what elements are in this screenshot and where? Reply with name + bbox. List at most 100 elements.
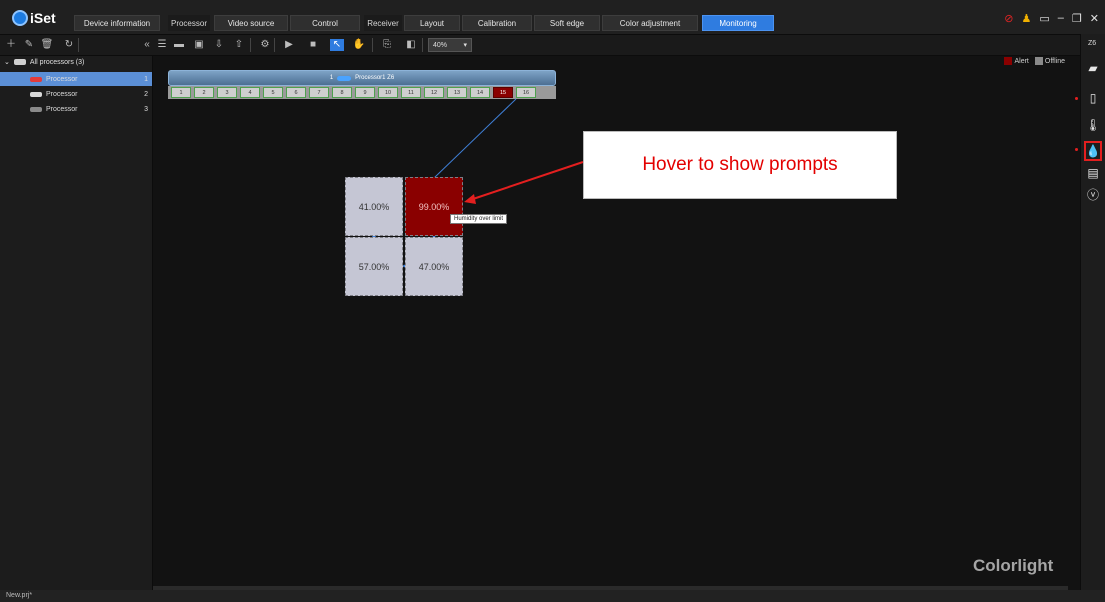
menu-layout[interactable]: Layout <box>404 15 460 31</box>
port-15[interactable]: 15 <box>493 87 513 98</box>
zoom-value: 40% <box>433 41 448 49</box>
refresh-icon[interactable]: ↻ <box>62 39 76 51</box>
paste-icon[interactable]: ◧ <box>404 39 418 51</box>
save-icon[interactable]: ▣ <box>192 39 206 51</box>
import-icon[interactable]: ⇩ <box>212 39 226 51</box>
edit-icon[interactable]: ✎ <box>22 39 36 51</box>
port-16[interactable]: 16 <box>516 87 536 98</box>
port-2[interactable]: 2 <box>194 87 214 98</box>
toolbar-divider <box>372 38 373 52</box>
settings-icon[interactable]: ⚙ <box>258 39 272 51</box>
cabinet-value: 99.00% <box>418 201 450 212</box>
tree-root[interactable]: ⌄ All processors (3) <box>4 58 85 67</box>
monitor-icon[interactable]: ▭ <box>1039 12 1049 25</box>
toolbar-divider <box>78 38 79 52</box>
status-bar: New.prj* <box>0 590 1105 602</box>
port-9[interactable]: 9 <box>355 87 375 98</box>
port-3[interactable]: 3 <box>217 87 237 98</box>
select-cursor-icon[interactable]: ↖ <box>330 39 344 51</box>
sidebar-item-label: Processor <box>46 75 78 83</box>
alert-dot <box>1075 148 1078 151</box>
menu-group-receiver: Receiver <box>364 15 402 31</box>
menu-color-adjustment[interactable]: Color adjustment <box>602 15 698 31</box>
cabinet-1[interactable]: 41.00% <box>345 177 403 236</box>
humidity-icon[interactable]: 💧 <box>1084 141 1102 161</box>
menu-monitoring[interactable]: Monitoring <box>702 15 774 31</box>
cabinet-value: 41.00% <box>358 201 390 212</box>
toolbar: ＋ ✎ 🗑 ↻ « ☰ ▬ ▣ ⇩ ⇧ ⚙ ▶ ■ ↖ ✋ ⎘ ◧ <box>0 35 1105 56</box>
export-icon[interactable]: ⇧ <box>232 39 246 51</box>
offline-swatch <box>1034 57 1043 65</box>
menu-calibration[interactable]: Calibration <box>462 15 532 31</box>
menu-device-information[interactable]: Device information <box>74 15 160 31</box>
restore-icon[interactable]: ❐ <box>1072 12 1082 25</box>
minimize-icon[interactable]: – <box>1058 12 1064 25</box>
menu-video-source[interactable]: Video source <box>214 15 288 31</box>
alert-dot <box>1075 97 1078 100</box>
port-8[interactable]: 8 <box>332 87 352 98</box>
port-11[interactable]: 11 <box>401 87 421 98</box>
port-4[interactable]: 4 <box>240 87 260 98</box>
tree-root-label: All processors (3) <box>29 58 85 66</box>
video-camera-icon[interactable]: ▰ <box>1085 60 1101 76</box>
open-folder-icon[interactable]: ▬ <box>172 39 186 51</box>
brand-watermark: Colorlight <box>973 556 1054 575</box>
annotation-callout: Hover to show prompts <box>583 131 897 199</box>
sidebar-item-processor-1[interactable]: Processor 1 <box>0 72 152 86</box>
port-14[interactable]: 14 <box>470 87 490 98</box>
user-icon[interactable]: ♟ <box>1022 12 1032 25</box>
add-icon[interactable]: ＋ <box>4 39 18 51</box>
window-controls: ⊘ ♟ ▭ – ❐ ✕ <box>1004 12 1099 25</box>
voltage-icon[interactable]: ⓥ <box>1085 186 1101 202</box>
port-7[interactable]: 7 <box>309 87 329 98</box>
alert-swatch <box>1004 57 1013 65</box>
processor-bar[interactable]: 1 Processor1 Z6 <box>168 70 556 86</box>
sidebar-item-processor-3[interactable]: Processor 3 <box>0 102 152 116</box>
right-panel-title: Z6 <box>1088 40 1097 47</box>
port-10[interactable]: 10 <box>378 87 398 98</box>
processor-label: Processor1 Z6 <box>355 75 395 81</box>
sidebar-item-label: Processor <box>46 90 78 98</box>
zoom-select[interactable]: 40% ▾ <box>428 38 472 52</box>
processor-tree: ⌄ All processors (3) Processor 1 Process… <box>0 56 153 590</box>
cabinet-3[interactable]: 57.00% <box>345 237 403 296</box>
menu-soft-edge[interactable]: Soft edge <box>534 15 600 31</box>
logo-icon <box>12 10 28 26</box>
port-12[interactable]: 12 <box>424 87 444 98</box>
list-icon[interactable]: ☰ <box>155 39 169 51</box>
legend-offline: Offline <box>1044 57 1065 65</box>
title-bar: iSet Device information Processor Video … <box>0 0 1105 35</box>
alarm-icon[interactable]: ⊘ <box>1004 12 1013 25</box>
port-5[interactable]: 5 <box>263 87 283 98</box>
port-1[interactable]: 1 <box>171 87 191 98</box>
menu-control[interactable]: Control <box>290 15 360 31</box>
close-icon[interactable]: ✕ <box>1090 12 1099 25</box>
status-legend: Alert Offline <box>1004 57 1065 65</box>
processor-icon <box>30 76 42 82</box>
port-6[interactable]: 6 <box>286 87 306 98</box>
copy-icon[interactable]: ⎘ <box>380 39 394 51</box>
sidebar-item-processor-2[interactable]: Processor 2 <box>0 87 152 101</box>
file-name: New.prj* <box>6 592 33 599</box>
delete-icon[interactable]: 🗑 <box>40 39 54 51</box>
pan-hand-icon[interactable]: ✋ <box>352 39 366 51</box>
menu-group-processor: Processor <box>168 15 210 31</box>
processor-icon <box>30 91 42 97</box>
toolbar-divider <box>250 38 251 52</box>
processor-pill-icon <box>337 75 352 81</box>
cabinet-2-alert[interactable]: 99.00% <box>405 177 463 236</box>
play-icon[interactable]: ▶ <box>282 39 296 51</box>
port-strip: 1 2 3 4 5 6 7 8 9 10 11 12 13 14 15 16 <box>168 86 556 99</box>
port-13[interactable]: 13 <box>447 87 467 98</box>
temperature-icon[interactable]: 🌡 <box>1085 117 1101 133</box>
collapse-icon[interactable]: « <box>140 39 154 51</box>
chevron-down-icon[interactable]: ⌄ <box>4 58 10 66</box>
app-logo: iSet <box>12 8 66 28</box>
chevron-down-icon: ▾ <box>463 42 467 49</box>
power-supply-icon[interactable]: ▤ <box>1085 165 1101 181</box>
processor-group-icon <box>13 59 26 65</box>
processor-icon <box>30 106 42 112</box>
device-frame-icon[interactable]: ▯ <box>1085 90 1101 106</box>
cabinet-4[interactable]: 47.00% <box>405 237 463 296</box>
stop-icon[interactable]: ■ <box>306 39 320 51</box>
